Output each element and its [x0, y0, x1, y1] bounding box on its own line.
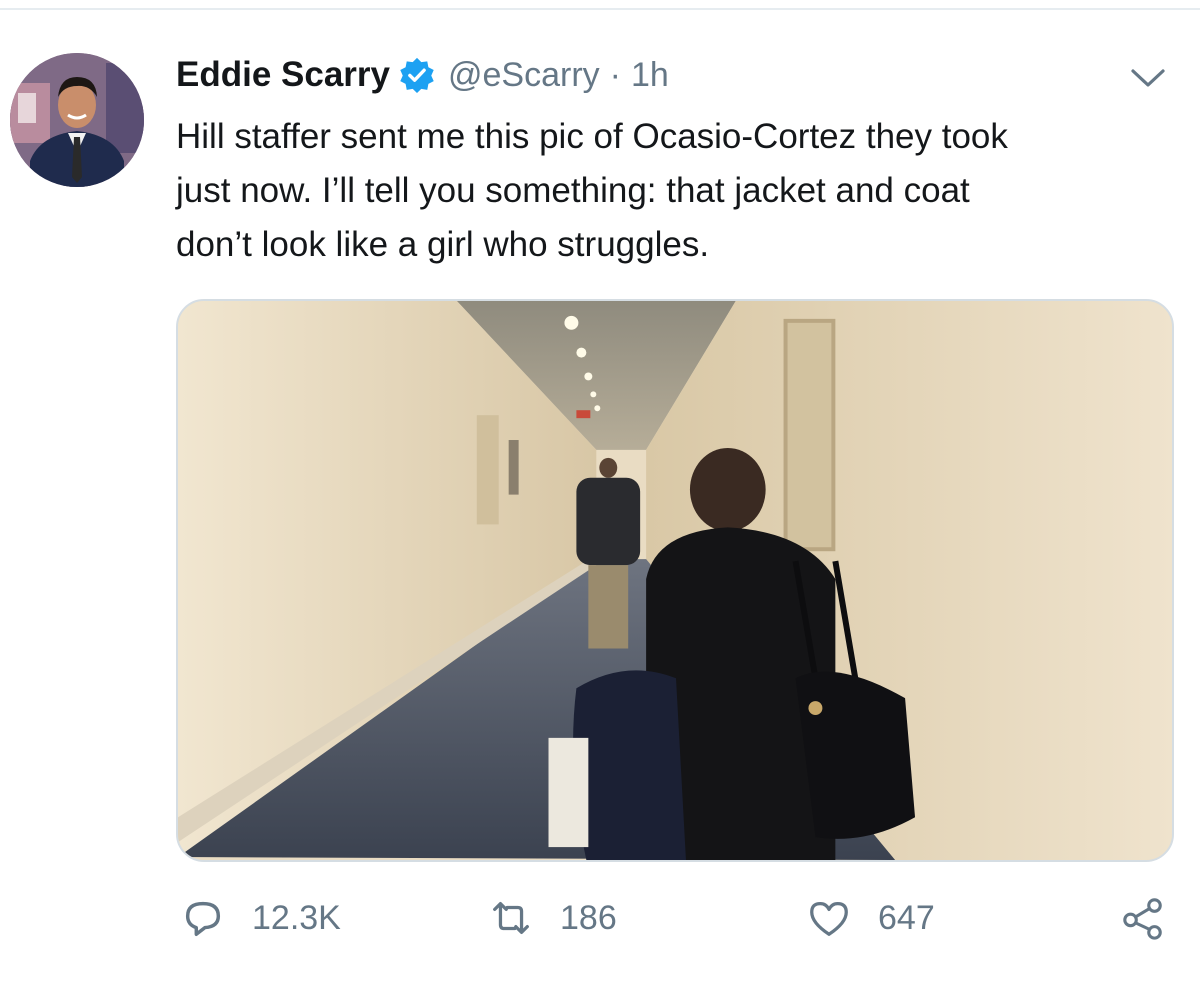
retweet-count: 186 [560, 898, 617, 937]
like-button[interactable]: 647 [806, 888, 935, 948]
share-icon [1123, 898, 1162, 940]
reply-button[interactable]: 12.3K [180, 888, 341, 948]
verified-badge-icon [398, 56, 436, 94]
like-icon [810, 901, 848, 936]
time-separator: · [609, 55, 621, 94]
retweet-button[interactable]: 186 [488, 888, 617, 948]
retweet-icon [493, 901, 529, 935]
timestamp[interactable]: 1h [631, 56, 669, 95]
tweet-header: Eddie Scarry @eScarry · 1h [176, 52, 669, 98]
like-count: 647 [878, 898, 935, 937]
share-button[interactable] [1120, 888, 1166, 948]
tweet-photo[interactable] [176, 299, 1174, 862]
hallway-photo [178, 301, 1172, 860]
display-name[interactable]: Eddie Scarry [176, 55, 390, 95]
reply-icon [185, 901, 221, 937]
top-divider [0, 0, 1200, 10]
chevron-down-icon[interactable] [1128, 64, 1168, 92]
handle[interactable]: @eScarry [448, 56, 600, 95]
tweet-text: Hill staffer sent me this pic of Ocasio-… [176, 117, 1008, 264]
reply-count: 12.3K [252, 898, 341, 937]
avatar[interactable] [10, 53, 144, 187]
tweet-actions: 12.3K 186 647 [0, 888, 1200, 948]
avatar-image [10, 53, 144, 187]
